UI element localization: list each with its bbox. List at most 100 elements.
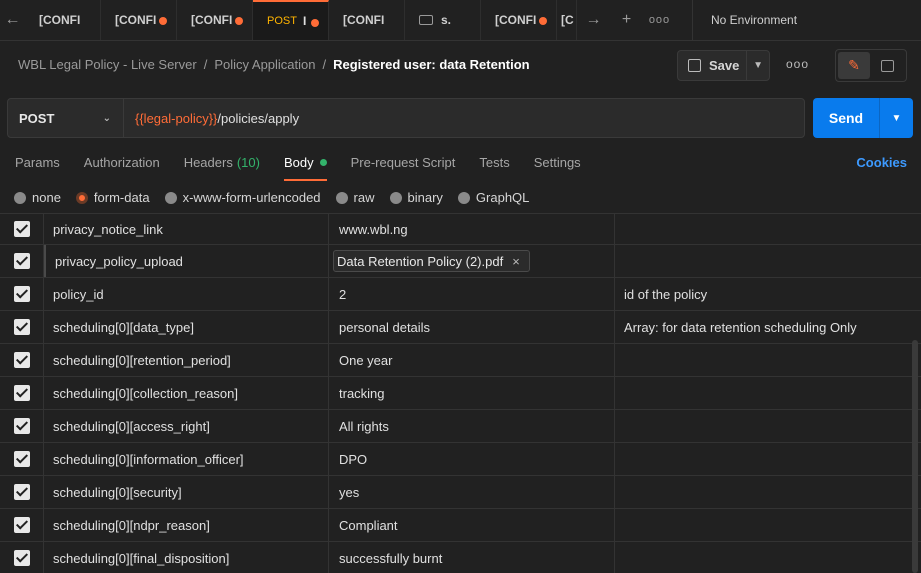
key-cell[interactable]: scheduling[0][final_disposition] bbox=[44, 542, 329, 573]
tab-request[interactable]: [CONFI bbox=[101, 0, 177, 40]
radio-form-data[interactable]: form-data bbox=[75, 190, 150, 205]
value-cell[interactable]: www.wbl.ng bbox=[329, 214, 615, 244]
value-cell[interactable]: Compliant bbox=[329, 509, 615, 541]
value-cell[interactable]: tracking bbox=[329, 377, 615, 409]
description-cell[interactable]: Array: for data retention scheduling Onl… bbox=[615, 311, 921, 343]
url-input[interactable]: {{legal-policy}}/policies/apply bbox=[124, 111, 299, 126]
value-cell[interactable]: One year bbox=[329, 344, 615, 376]
radio-label: GraphQL bbox=[475, 190, 530, 205]
key-cell[interactable]: policy_id bbox=[44, 278, 329, 310]
radio-none[interactable]: none bbox=[14, 190, 61, 205]
close-icon[interactable]: × bbox=[512, 254, 520, 269]
value-cell[interactable]: successfully burnt bbox=[329, 542, 615, 573]
table-row: privacy_policy_upload Data Retention Pol… bbox=[0, 245, 921, 278]
vertical-scrollbar[interactable] bbox=[912, 340, 918, 573]
description-cell[interactable] bbox=[615, 476, 921, 508]
documentation-icon[interactable] bbox=[870, 52, 904, 79]
unsaved-dot-icon bbox=[159, 17, 167, 25]
breadcrumb-folder[interactable]: Policy Application bbox=[214, 57, 315, 72]
key-cell[interactable]: scheduling[0][ndpr_reason] bbox=[44, 509, 329, 541]
row-checkbox[interactable] bbox=[0, 311, 44, 343]
method-select[interactable]: POST ⌄ bbox=[8, 99, 124, 137]
description-cell[interactable] bbox=[615, 214, 921, 244]
breadcrumb-collection[interactable]: WBL Legal Policy - Live Server bbox=[18, 57, 197, 72]
radio-graphql[interactable]: GraphQL bbox=[457, 190, 530, 205]
row-checkbox[interactable] bbox=[0, 509, 44, 541]
row-checkbox[interactable] bbox=[0, 476, 44, 508]
description-cell[interactable] bbox=[615, 410, 921, 442]
description-cell[interactable] bbox=[615, 443, 921, 475]
row-checkbox[interactable] bbox=[0, 278, 44, 310]
value-cell[interactable]: Data Retention Policy (2).pdf × bbox=[329, 245, 615, 277]
send-button[interactable]: Send bbox=[813, 98, 880, 138]
value-cell[interactable]: All rights bbox=[329, 410, 615, 442]
table-row: privacy_notice_link www.wbl.ng bbox=[0, 214, 921, 245]
radio-binary[interactable]: binary bbox=[389, 190, 443, 205]
cookies-link[interactable]: Cookies bbox=[856, 155, 907, 170]
plus-icon[interactable]: + bbox=[610, 11, 643, 29]
description-cell[interactable]: id of the policy bbox=[615, 278, 921, 310]
url-bar: POST ⌄ {{legal-policy}}/policies/apply bbox=[7, 98, 805, 138]
table-row: policy_id 2 id of the policy bbox=[0, 278, 921, 311]
key-cell[interactable]: privacy_policy_upload bbox=[44, 245, 329, 277]
value-cell[interactable]: personal details bbox=[329, 311, 615, 343]
save-button[interactable]: Save bbox=[678, 51, 748, 80]
breadcrumb-request[interactable]: Registered user: data Retention bbox=[333, 57, 530, 72]
tab-request[interactable]: [CONFI bbox=[481, 0, 557, 40]
chevron-down-icon[interactable]: ▼ bbox=[880, 98, 913, 138]
tab-request-active[interactable]: POST I bbox=[253, 0, 329, 40]
description-cell[interactable] bbox=[615, 542, 921, 573]
forward-arrow-icon[interactable]: → bbox=[577, 11, 610, 29]
tab-request[interactable]: [CONFI bbox=[329, 0, 405, 40]
tab-prerequest-script[interactable]: Pre-request Script bbox=[351, 143, 456, 181]
key-cell[interactable]: scheduling[0][retention_period] bbox=[44, 344, 329, 376]
row-checkbox[interactable] bbox=[0, 410, 44, 442]
tab-body[interactable]: Body bbox=[283, 143, 327, 181]
tab-settings[interactable]: Settings bbox=[534, 143, 581, 181]
tab-headers[interactable]: Headers (10) bbox=[184, 143, 260, 181]
tab-request[interactable]: [CONFI bbox=[177, 0, 253, 40]
tab-tests[interactable]: Tests bbox=[479, 143, 509, 181]
row-checkbox[interactable] bbox=[0, 214, 44, 244]
value-cell[interactable]: 2 bbox=[329, 278, 615, 310]
more-options-icon[interactable]: ooo bbox=[786, 57, 809, 71]
row-checkbox[interactable] bbox=[0, 542, 44, 573]
radio-label: raw bbox=[353, 190, 375, 205]
send-button-group: Send ▼ bbox=[813, 98, 913, 138]
file-chip: Data Retention Policy (2).pdf × bbox=[333, 250, 530, 272]
value-cell[interactable]: yes bbox=[329, 476, 615, 508]
description-cell[interactable] bbox=[615, 509, 921, 541]
back-arrow-icon[interactable]: ← bbox=[0, 0, 25, 40]
pencil-icon[interactable]: ✎ bbox=[838, 52, 870, 79]
value-cell[interactable]: DPO bbox=[329, 443, 615, 475]
key-cell[interactable]: scheduling[0][collection_reason] bbox=[44, 377, 329, 409]
table-row: scheduling[0][data_type] personal detail… bbox=[0, 311, 921, 344]
checkbox-checked-icon bbox=[13, 484, 30, 500]
radio-raw[interactable]: raw bbox=[335, 190, 375, 205]
tab-request[interactable]: [C bbox=[557, 0, 577, 40]
chevron-down-icon[interactable]: ▼ bbox=[747, 60, 769, 71]
key-cell[interactable]: privacy_notice_link bbox=[44, 214, 329, 244]
key-cell[interactable]: scheduling[0][information_officer] bbox=[44, 443, 329, 475]
description-cell[interactable] bbox=[615, 344, 921, 376]
description-cell[interactable] bbox=[615, 377, 921, 409]
key-cell[interactable]: scheduling[0][access_right] bbox=[44, 410, 329, 442]
environment-selector[interactable]: No Environment bbox=[692, 0, 921, 40]
tab-request[interactable]: [CONFI bbox=[25, 0, 101, 40]
tab-params[interactable]: Params bbox=[15, 143, 60, 181]
description-cell[interactable] bbox=[615, 245, 921, 277]
radio-urlencoded[interactable]: x-www-form-urlencoded bbox=[164, 190, 321, 205]
row-checkbox[interactable] bbox=[0, 344, 44, 376]
tab-authorization[interactable]: Authorization bbox=[84, 143, 160, 181]
more-icon[interactable]: ooo bbox=[643, 14, 676, 26]
key-cell[interactable]: scheduling[0][data_type] bbox=[44, 311, 329, 343]
checkbox-checked-icon bbox=[13, 221, 30, 237]
row-checkbox[interactable] bbox=[0, 245, 44, 277]
tab-body-label: Body bbox=[283, 154, 314, 170]
tab-websocket[interactable]: s. bbox=[405, 0, 481, 40]
row-checkbox[interactable] bbox=[0, 443, 44, 475]
row-checkbox[interactable] bbox=[0, 377, 44, 409]
key-cell[interactable]: scheduling[0][security] bbox=[44, 476, 329, 508]
tab-label: I bbox=[302, 14, 307, 28]
radio-label: binary bbox=[407, 190, 443, 205]
